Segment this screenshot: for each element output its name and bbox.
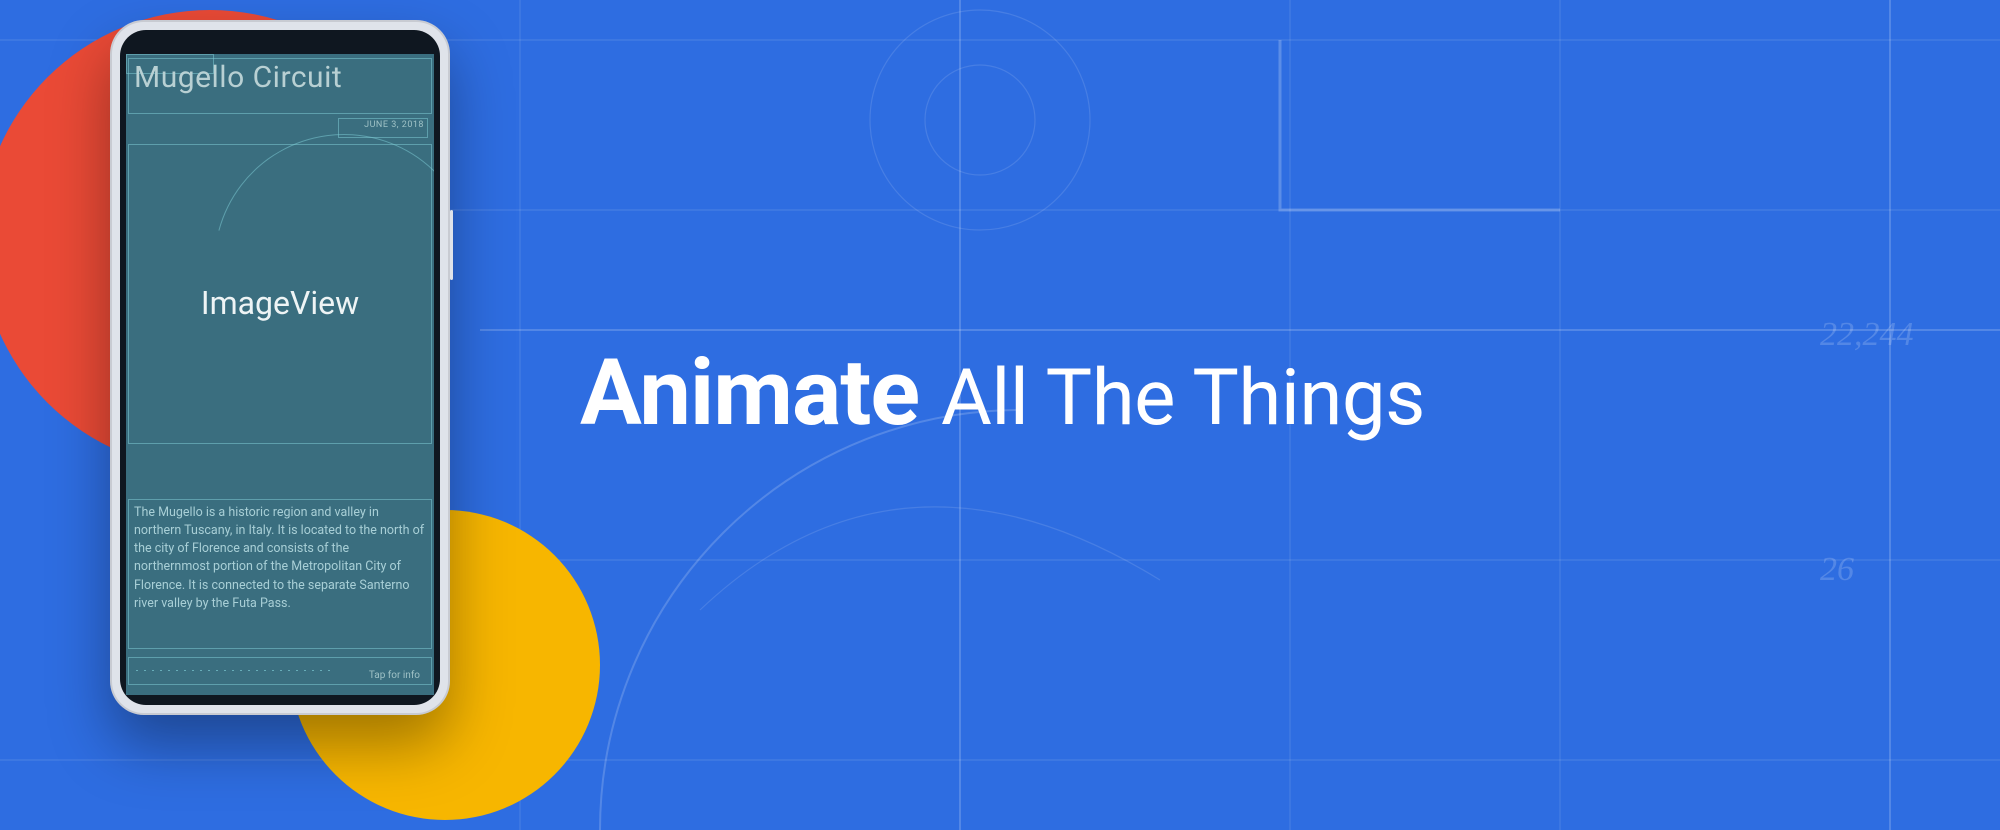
screen-title: Mugello Circuit [134, 60, 342, 95]
hero-banner: 22,244 26 Mugello Circuit JUNE 3, 2018 I… [0, 0, 2000, 830]
headline-thin: All The Things [941, 353, 1425, 444]
phone-mockup: Mugello Circuit JUNE 3, 2018 ImageView T… [110, 20, 450, 715]
screen-description: The Mugello is a historic region and val… [134, 504, 426, 613]
screen-date: JUNE 3, 2018 [364, 120, 424, 130]
tap-hint: Tap for info [369, 670, 420, 681]
imageview-label: ImageView [126, 284, 434, 322]
headline: Animate All The Things [580, 340, 1960, 447]
blueprint-annotation-2: 26 [1820, 551, 1854, 588]
phone-screen: Mugello Circuit JUNE 3, 2018 ImageView T… [126, 54, 434, 695]
phone-bezel: Mugello Circuit JUNE 3, 2018 ImageView T… [120, 30, 440, 705]
headline-bold: Animate [580, 340, 919, 447]
phone-power-button [450, 210, 453, 280]
